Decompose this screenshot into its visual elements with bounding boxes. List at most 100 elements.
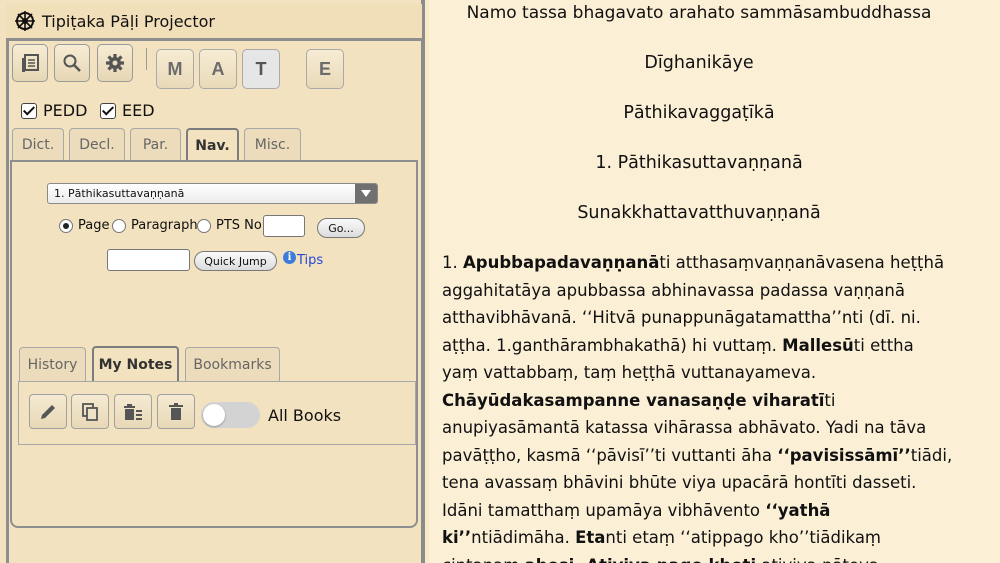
tab-misc[interactable]: Misc. [244,128,301,160]
text-segment: 1. [442,253,463,272]
reader-pane[interactable]: Namo tassa bhagavato arahato sammāsambud… [429,0,1000,563]
radio-paragraph[interactable]: Paragraph [112,218,198,233]
tab-dict[interactable]: Dict. [12,128,64,160]
tab-nav[interactable]: Nav. [186,128,239,162]
delete-note-button[interactable] [157,394,195,429]
text-line: aṭṭha. 1.ganthārambhakathā) hi vuttaṃ. M… [442,332,967,360]
text-segment: Idāni tamatthaṃ upamāya vibhāvento [442,500,766,520]
bold-term: ki’’ [442,528,472,547]
section-heading: Sunakkhattavatthuvaṇṇanā [577,203,821,223]
tab-bookmarks[interactable]: Bookmarks [185,347,280,381]
text-segment: nti etaṃ ‘‘atippago kho’’tiādikaṃ [605,528,882,547]
pedd-checkbox[interactable]: PEDD [21,101,87,120]
vagga-heading: Pāthikavaggaṭīkā [623,103,775,123]
copy-icon [82,402,98,421]
all-books-toggle[interactable] [201,402,260,428]
bold-term: Apubbapadavaṇṇanā [463,253,660,272]
english-button[interactable]: E [306,49,344,89]
book-select-value: 1. Pāthikasuttavaṇṇanā [54,187,185,200]
quick-jump-button[interactable]: Quick Jump [194,251,277,271]
text-line: Idāni tamatthaṃ upamāya vibhāvento ‘‘yat… [442,497,967,525]
text-line: atthavibhāvanā. ‘‘Hitvā punappunāgatamat… [442,304,967,332]
text-segment: atiyiva pātova [756,556,879,563]
pedd-label: PEDD [43,101,88,120]
go-button[interactable]: Go... [317,218,365,238]
radio-pts-label: PTS No [216,218,262,233]
text-segment: cintanaṃ [442,556,525,563]
radio-dot [112,218,126,233]
text-segment: anupiyasāmantā katassa vihārassa abhāvat… [442,418,927,437]
chevron-down-icon [355,184,377,203]
all-books-label: All Books [268,406,342,425]
checkbox-box [100,102,116,119]
text-segment: pavāṭṭho, kasmā ‘‘pāvisī’’ti vuttanti āh… [442,445,778,465]
books-icon [22,54,39,72]
tips-link[interactable]: Tips [297,253,323,268]
tab-my-notes[interactable]: My Notes [92,346,179,382]
gear-icon [106,54,124,72]
trash-icon [169,402,183,420]
nikaya-heading: Dīghanikāye [644,53,754,73]
text-segment: ti atthasaṃvaṇṇanāvasena heṭṭhā [659,253,945,272]
text-line: cintanaṃ ahosi. Atiyiva pago khoti atiyi… [442,552,967,563]
checkbox-box [21,102,37,119]
text-line: tena avassaṃ bhāvini bhūte viya upacārā … [442,469,967,497]
eed-label: EED [122,101,155,120]
mula-button[interactable]: M [156,49,194,89]
bold-term: ‘‘pavisissāmī’’ [777,445,911,465]
books-button[interactable] [12,44,48,82]
atthakatha-button[interactable]: A [199,49,237,89]
quick-jump-input[interactable] [107,249,190,271]
bold-term: Mallesū [782,335,854,355]
toolbar-separator [146,48,147,70]
text-segment: ti [824,390,836,410]
delete-list-button[interactable] [114,394,152,429]
tab-history[interactable]: History [19,347,86,381]
text-segment: aggahitatāya apubbassa abhinavassa padas… [442,280,905,300]
text-segment: ti ettha [853,335,914,355]
copy-note-button[interactable] [71,394,109,429]
text-segment: atthavibhāvanā. ‘‘Hitvā punappunāgatamat… [442,308,921,327]
sutta-heading: 1. Pāthikasuttavaṇṇanā [595,153,803,173]
tab-par[interactable]: Par. [130,128,181,160]
text-segment: aṭṭha. 1.ganthārambhakathā) hi vuttaṃ. [442,335,783,355]
eed-checkbox[interactable]: EED [100,101,155,120]
text-line: pavāṭṭho, kasmā ‘‘pāvisī’’ti vuttanti āh… [442,442,967,470]
invocation-line: Namo tassa bhagavato arahato sammāsambud… [466,3,932,23]
radio-page[interactable]: Page [59,218,109,233]
text-line: ki’’ntiādimāha. Etanti etaṃ ‘‘atippago k… [442,524,967,552]
bold-term: Chāyūdakasampanne vanasaṇḍe viharatī [442,390,825,410]
page-number-input[interactable] [263,215,305,237]
info-icon[interactable]: i [283,251,296,264]
search-button[interactable] [54,44,90,82]
radio-dot [59,218,73,233]
bold-term: Eta [575,528,606,547]
text-line: 1. Apubbapadavaṇṇanāti atthasaṃvaṇṇanāva… [442,249,967,277]
text-segment: ntiādimāha. [471,528,576,547]
text-line: anupiyasāmantā katassa vihārassa abhāvat… [442,414,967,442]
paragraph-text: 1. Apubbapadavaṇṇanāti atthasaṃvaṇṇanāva… [442,249,967,563]
window-title: Tipiṭaka Pāḷi Projector [42,11,215,31]
title-bar: Tipiṭaka Pāḷi Projector [6,4,422,41]
edit-note-button[interactable] [29,394,67,429]
settings-button[interactable] [97,44,133,82]
book-select[interactable]: 1. Pāthikasuttavaṇṇanā [47,183,378,204]
dharma-wheel-icon [15,11,35,31]
tab-decl[interactable]: Decl. [69,128,125,160]
nav-panel [10,160,418,528]
text-line: yaṃ vattabbaṃ, taṃ heṭṭhā vuttanayameva. [442,359,967,387]
bold-term: ‘‘yathā [765,500,831,520]
radio-paragraph-label: Paragraph [131,218,198,233]
radio-pts-no[interactable]: PTS No [197,218,262,233]
delete-list-icon [124,403,142,420]
text-line: Chāyūdakasampanne vanasaṇḍe viharatīti [442,387,967,415]
search-icon [63,54,81,72]
radio-page-label: Page [78,218,110,233]
left-panel: Tipiṭaka Pāḷi Projector M A T E PEDD EED… [0,0,425,563]
tika-button[interactable]: T [242,49,280,89]
text-segment: tiādi, [910,445,953,465]
edit-icon [41,404,55,419]
text-segment: yaṃ vattabbaṃ, taṃ heṭṭhā vuttanayameva. [442,363,817,382]
radio-dot [197,218,211,233]
toggle-knob [203,404,225,426]
